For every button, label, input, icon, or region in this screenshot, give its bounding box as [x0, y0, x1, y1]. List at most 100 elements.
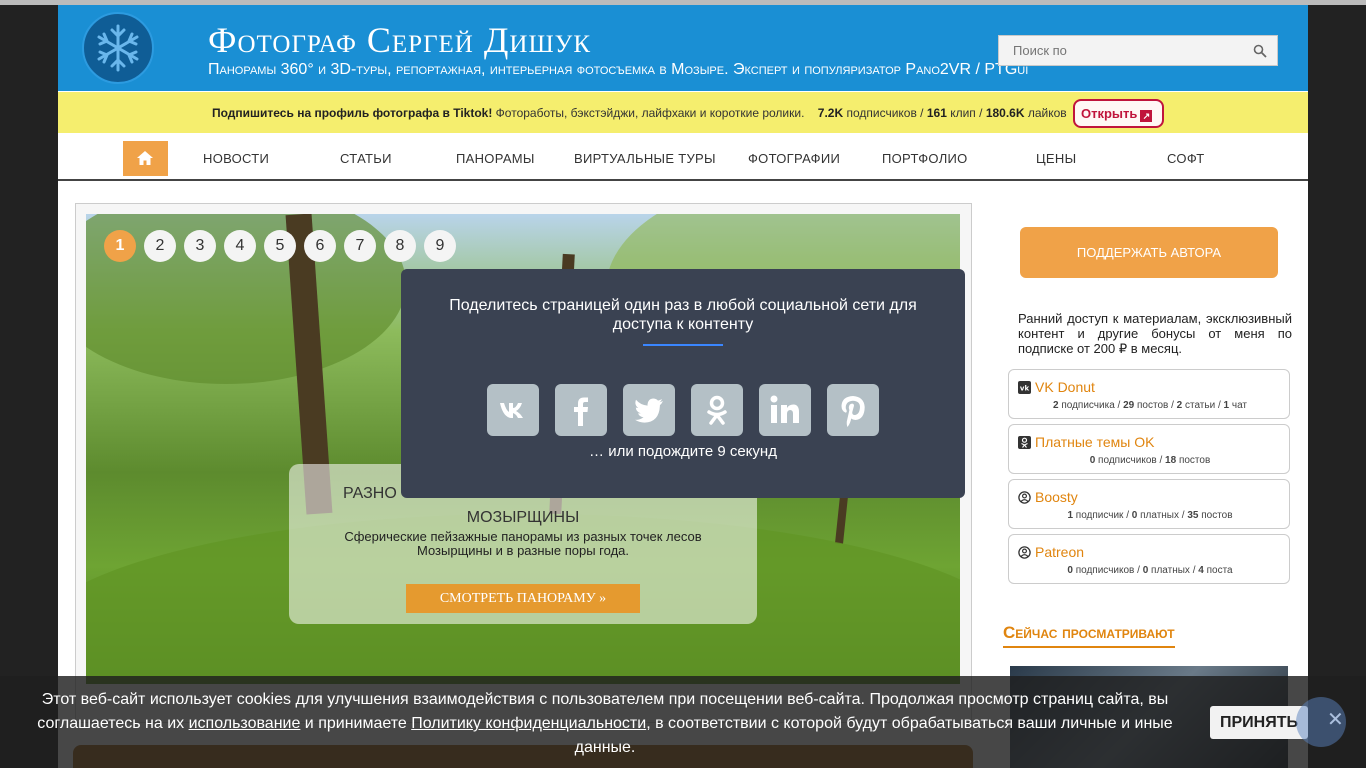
subscription-card-ok[interactable]: Платные темы OK 0 подписчиков / 18 посто…: [1008, 424, 1290, 474]
main-nav: НОВОСТИ СТАТЬИ ПАНОРАМЫ ВИРТУАЛЬНЫЕ ТУРЫ…: [58, 133, 1308, 181]
privacy-policy-link[interactable]: Политику конфиденциальности: [411, 715, 646, 732]
tiktok-open-label: Открыть: [1081, 106, 1138, 121]
svg-text:vk: vk: [1020, 385, 1030, 393]
slider-dot-7[interactable]: 7: [344, 230, 376, 262]
stat-label: постов: [1176, 455, 1211, 466]
vk-icon: [500, 403, 523, 418]
site-title[interactable]: Фотограф Сергей Дишук: [208, 19, 591, 61]
stat-value: 29: [1123, 400, 1135, 411]
vk-icon: vk: [1018, 381, 1031, 394]
twitter-icon: [635, 398, 663, 423]
platform-name: Платные темы OK: [1035, 434, 1155, 450]
cookie-banner: Этот веб-сайт использует cookies для улу…: [0, 676, 1366, 768]
tiktok-promo-text: Подпишитесь на профиль фотографа в Tikto…: [212, 106, 1067, 120]
share-modal-title: Поделитесь страницей один раз в любой со…: [449, 297, 917, 333]
platform-name: Boosty: [1035, 489, 1078, 505]
stat-label: подписчиков /: [1095, 455, 1166, 466]
subscription-card-vk-donut[interactable]: vk VK Donut 2 подписчика / 29 постов / 2…: [1008, 369, 1290, 419]
external-link-icon: ↗: [1140, 110, 1153, 122]
share-pinterest-button[interactable]: [827, 384, 879, 436]
slider-dot-1[interactable]: 1: [104, 230, 136, 262]
tiktok-likes-label: лайков: [1024, 106, 1067, 120]
nav-item-panoramas[interactable]: ПАНОРАМЫ: [456, 151, 535, 166]
tiktok-subs-count: 7.2K: [817, 106, 844, 120]
tiktok-clips-label: клип /: [946, 106, 986, 120]
nav-item-software[interactable]: СОФТ: [1167, 151, 1205, 166]
share-facebook-button[interactable]: [555, 384, 607, 436]
stat-label: статьи /: [1182, 400, 1224, 411]
stat-value: 35: [1187, 510, 1199, 521]
stat-label: постов: [1198, 510, 1233, 521]
pinterest-icon: [841, 396, 865, 427]
slider-dot-5[interactable]: 5: [264, 230, 296, 262]
nav-item-portfolio[interactable]: ПОРТФОЛИО: [882, 151, 968, 166]
tiktok-promo-bar: Подпишитесь на профиль фотографа в Tikto…: [58, 92, 1308, 133]
facebook-icon: [574, 397, 588, 426]
support-author-button[interactable]: ПОДДЕРЖАТЬ АВТОРА: [1020, 227, 1278, 278]
vk-widget-icon[interactable]: [1296, 697, 1346, 747]
nav-item-virtual-tours[interactable]: ВИРТУАЛЬНЫЕ ТУРЫ: [574, 151, 716, 166]
ok-icon: [1018, 436, 1031, 449]
search-box: [998, 35, 1278, 66]
stat-label: чат: [1229, 400, 1248, 411]
stat-label: постов /: [1134, 400, 1177, 411]
home-icon: [137, 151, 153, 165]
cookie-text-part: , в соответствии с которой будут обрабат…: [574, 715, 1173, 756]
share-odnoklassniki-button[interactable]: [691, 384, 743, 436]
cookie-text-part: и принимаете: [300, 715, 412, 732]
tiktok-subs-label: подписчиков /: [843, 106, 927, 120]
support-description: Ранний доступ к материалам, эксклюзивный…: [1018, 311, 1292, 356]
site-subtitle: Панорамы 360° и 3D-туры, репортажная, ин…: [208, 61, 1029, 78]
odnoklassniki-icon: [707, 395, 727, 425]
user-circle-icon: [1018, 546, 1031, 559]
page-side-left: [0, 5, 58, 768]
slider-dot-3[interactable]: 3: [184, 230, 216, 262]
share-twitter-button[interactable]: [623, 384, 675, 436]
subscription-card-boosty[interactable]: Boosty 1 подписчик / 0 платных / 35 пост…: [1008, 479, 1290, 529]
nav-item-prices[interactable]: ЦЕНЫ: [1036, 151, 1076, 166]
subscription-card-patreon[interactable]: Patreon 0 подписчиков / 0 платных / 4 по…: [1008, 534, 1290, 584]
platform-name: VK Donut: [1035, 379, 1095, 395]
platform-stats: 1 подписчик / 0 платных / 35 постов: [1009, 510, 1291, 521]
stat-label: поста: [1203, 565, 1233, 576]
user-circle-icon: [1018, 491, 1031, 504]
slide-description: Сферические пейзажные панорамы из разных…: [344, 529, 702, 558]
stat-label: подписчика /: [1058, 400, 1124, 411]
snowflake-logo-icon[interactable]: [82, 12, 154, 84]
share-vk-button[interactable]: [487, 384, 539, 436]
page-side-right: [1308, 5, 1366, 768]
slider-dot-6[interactable]: 6: [304, 230, 336, 262]
stat-label: платных /: [1148, 565, 1199, 576]
platform-stats: 2 подписчика / 29 постов / 2 статьи / 1 …: [1009, 400, 1291, 411]
slider-dot-2[interactable]: 2: [144, 230, 176, 262]
share-linkedin-button[interactable]: [759, 384, 811, 436]
stat-label: подписчик /: [1073, 510, 1132, 521]
slider-dot-9[interactable]: 9: [424, 230, 456, 262]
slider-dot-8[interactable]: 8: [384, 230, 416, 262]
home-button[interactable]: [123, 141, 168, 176]
share-modal: Поделитесь страницей один раз в любой со…: [401, 269, 965, 498]
view-panorama-button[interactable]: СМОТРЕТЬ ПАНОРАМУ »: [406, 584, 640, 613]
now-viewing-title: Сейчас просматривают: [1003, 623, 1175, 648]
search-icon[interactable]: [1253, 44, 1267, 58]
nav-item-news[interactable]: НОВОСТИ: [203, 151, 269, 166]
cookie-text: Этот веб-сайт использует cookies для улу…: [30, 688, 1180, 760]
platform-stats: 0 подписчиков / 18 постов: [1009, 455, 1291, 466]
usage-link[interactable]: использование: [189, 715, 301, 732]
share-modal-divider: [643, 344, 723, 346]
slider-dot-4[interactable]: 4: [224, 230, 256, 262]
tiktok-lead: Подпишитесь на профиль фотографа в Tikto…: [212, 106, 493, 120]
platform-stats: 0 подписчиков / 0 платных / 4 поста: [1009, 565, 1291, 576]
accept-cookies-button[interactable]: ПРИНЯТЬ: [1210, 706, 1308, 739]
nav-item-articles[interactable]: СТАТЬИ: [340, 151, 392, 166]
slide-title-line-2: МОЗЫРЩИНЫ: [466, 509, 580, 526]
tiktok-clips-count: 161: [926, 106, 947, 120]
stat-label: платных /: [1137, 510, 1188, 521]
nav-item-photos[interactable]: ФОТОГРАФИИ: [748, 151, 840, 166]
tiktok-likes-count: 180.6K: [985, 106, 1025, 120]
platform-name: Patreon: [1035, 544, 1085, 560]
site-header: Фотограф Сергей Дишук Панорамы 360° и 3D…: [58, 5, 1308, 91]
tiktok-open-button[interactable]: Открыть ↗: [1073, 99, 1164, 128]
search-input[interactable]: [999, 36, 1239, 65]
share-modal-countdown: … или подождите 9 секунд: [589, 443, 777, 460]
